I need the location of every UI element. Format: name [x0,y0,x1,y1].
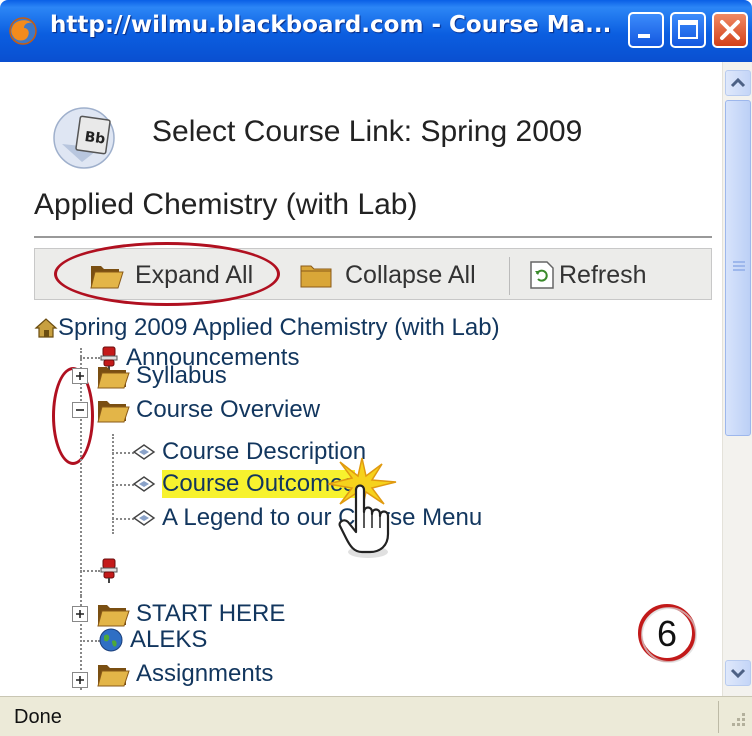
tree-item-legend[interactable]: A Legend to our Course Menu [132,502,482,534]
chevron-up-icon [730,77,746,88]
collapse-all-button[interactable]: Collapse All [299,249,476,301]
hand-cursor-icon [338,484,390,558]
course-title: Applied Chemistry (with Lab) [34,188,418,221]
tree-line [80,357,100,359]
close-icon [720,20,740,40]
tree-root[interactable]: Spring 2009 Applied Chemistry (with Lab) [34,314,500,342]
logo-text: Bb [84,129,107,148]
status-bar: Done [0,696,752,736]
expand-toggle-start-here[interactable] [72,606,88,622]
globe-icon [99,628,123,652]
folder-icon [97,367,130,389]
maximize-button[interactable] [670,12,706,48]
minimize-icon [638,34,650,38]
thumb-grip [733,265,745,267]
link-diamond-icon [132,444,156,460]
tree-item-label: A Legend to our Course Menu [162,504,483,531]
tree-line [80,348,82,596]
tree-item-course-outcomes[interactable]: Course Outcomes [132,468,356,500]
annotation-oval-expand [54,242,280,306]
maximize-icon [678,20,698,39]
refresh-label: Refresh [559,260,647,289]
refresh-button[interactable]: Refresh [529,249,647,301]
expand-toggle-course-overview[interactable] [72,402,88,418]
tree-item-label: Assignments [136,660,274,687]
tree-line [112,518,134,520]
tree-item-unnamed[interactable] [98,554,126,586]
page-content: Bb Select Course Link: Spring 2009 Appli… [0,62,722,696]
close-button[interactable] [712,12,748,48]
dialog-title: Select Course Link: Spring 2009 [152,115,583,148]
scroll-down-button[interactable] [725,660,751,686]
status-separator [718,701,719,733]
tree-root-label: Spring 2009 Applied Chemistry (with Lab) [58,314,500,341]
title-bar[interactable]: http://wilmu.blackboard.com - Course Ma.… [0,0,752,62]
tree-item-syllabus[interactable]: Syllabus [96,360,227,392]
tree-item-label: Syllabus [136,362,227,389]
resize-grip-icon[interactable] [726,709,748,731]
collapse-all-label: Collapse All [345,260,476,289]
tree-line [80,640,100,642]
firefox-icon [9,17,37,45]
thumb-grip [733,269,745,271]
expand-toggle-syllabus[interactable] [72,368,88,384]
tree-line [112,484,134,486]
status-text: Done [14,706,62,728]
step-number-badge: 6 [638,604,697,663]
pushpin-icon [100,558,118,583]
plus-icon [76,610,84,618]
tree-line [112,452,134,454]
link-diamond-icon [132,476,156,492]
open-folder-icon [97,401,130,423]
tree-item-assignments[interactable]: Assignments [96,658,273,690]
tree-item-aleks[interactable]: ALEKS [98,624,207,656]
tree-item-label: Course Overview [136,396,321,423]
scroll-thumb[interactable] [725,100,751,436]
folder-icon [97,665,130,687]
home-icon [34,318,58,338]
tree-line [80,570,100,572]
toolbar-separator [509,257,510,295]
tree-item-label: ALEKS [130,626,208,653]
window-title: http://wilmu.blackboard.com - Course Ma.… [50,12,612,38]
popup-window: http://wilmu.blackboard.com - Course Ma.… [0,0,752,736]
link-diamond-icon [132,510,156,526]
divider [34,236,712,238]
chevron-down-icon [730,668,746,679]
closed-folder-icon [300,265,332,288]
step-number: 6 [657,613,677,654]
vertical-scrollbar[interactable] [722,62,752,696]
expand-toggle-assignments[interactable] [72,672,88,688]
blackboard-logo-icon: Bb [53,107,115,169]
thumb-grip [733,261,745,263]
plus-icon [76,372,84,380]
tree-item-course-overview[interactable]: Course Overview [96,394,320,426]
scroll-up-button[interactable] [725,70,751,96]
plus-icon [76,676,84,684]
minus-icon [76,409,84,411]
minimize-button[interactable] [628,12,664,48]
refresh-icon [530,261,554,289]
